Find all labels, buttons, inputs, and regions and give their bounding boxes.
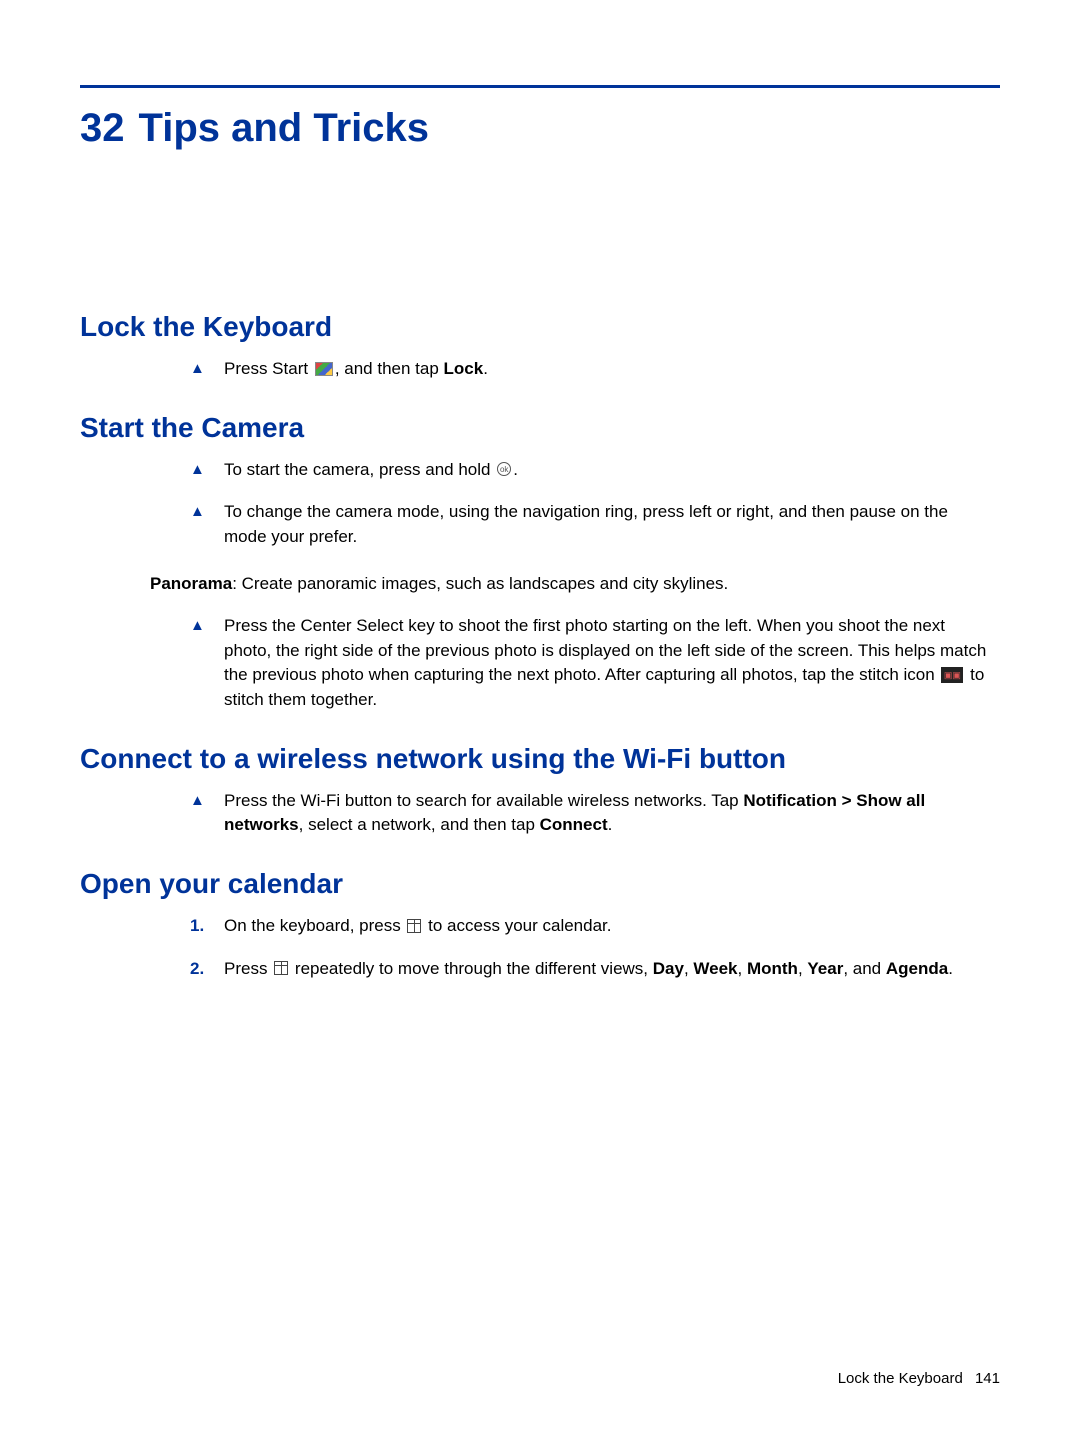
chapter-title: 32 Tips and Tricks xyxy=(80,106,1000,151)
text-fragment: Press xyxy=(224,959,272,978)
page-number: 141 xyxy=(975,1370,1000,1387)
item-text: To start the camera, press and hold ok. xyxy=(224,458,990,483)
item-text: Press the Wi-Fi button to search for ava… xyxy=(224,789,990,838)
section-body-camera-2: ▲ Press the Center Select key to shoot t… xyxy=(80,614,1000,713)
triangle-bullet-icon: ▲ xyxy=(190,357,224,382)
triangle-bullet-icon: ▲ xyxy=(190,789,224,838)
list-item: 2. Press repeatedly to move through the … xyxy=(190,957,990,982)
text-fragment: Press Start xyxy=(224,359,313,378)
text-fragment: . xyxy=(513,460,518,479)
windows-start-icon xyxy=(315,362,333,376)
section-body-lock: ▲ Press Start , and then tap Lock. xyxy=(80,357,1000,382)
list-number: 2. xyxy=(190,957,224,982)
text-fragment: : Create panoramic images, such as lands… xyxy=(232,574,728,593)
section-title-wifi: Connect to a wireless network using the … xyxy=(80,743,1000,775)
text-fragment: . xyxy=(608,815,613,834)
ok-button-icon: ok xyxy=(497,462,511,476)
item-text: To change the camera mode, using the nav… xyxy=(224,500,990,549)
text-fragment: . xyxy=(483,359,488,378)
item-text: Press repeatedly to move through the dif… xyxy=(224,957,990,982)
text-fragment: To start the camera, press and hold xyxy=(224,460,495,479)
text-fragment: , select a network, and then tap xyxy=(299,815,540,834)
bold-text: Panorama xyxy=(150,574,232,593)
text-fragment: , and xyxy=(843,959,886,978)
bold-text: Week xyxy=(693,959,737,978)
list-item: 1. On the keyboard, press to access your… xyxy=(190,914,990,939)
text-fragment: , xyxy=(798,959,807,978)
item-text: On the keyboard, press to access your ca… xyxy=(224,914,990,939)
section-body-calendar: 1. On the keyboard, press to access your… xyxy=(80,914,1000,981)
list-item: ▲ Press the Wi-Fi button to search for a… xyxy=(190,789,990,838)
chapter-number: 32 xyxy=(80,106,125,150)
item-text: Press Start , and then tap Lock. xyxy=(224,357,990,382)
footer-text: Lock the Keyboard xyxy=(838,1370,963,1387)
triangle-bullet-icon: ▲ xyxy=(190,500,224,549)
item-text: Press the Center Select key to shoot the… xyxy=(224,614,990,713)
bold-text: Agenda xyxy=(886,959,948,978)
bold-text: Year xyxy=(807,959,843,978)
text-fragment: , xyxy=(738,959,747,978)
triangle-bullet-icon: ▲ xyxy=(190,614,224,713)
calendar-key-icon xyxy=(407,919,421,933)
list-item: ▲ Press the Center Select key to shoot t… xyxy=(190,614,990,713)
list-number: 1. xyxy=(190,914,224,939)
text-fragment: . xyxy=(948,959,953,978)
text-fragment: to access your calendar. xyxy=(423,916,611,935)
section-title-camera: Start the Camera xyxy=(80,412,1000,444)
paragraph: Panorama: Create panoramic images, such … xyxy=(80,572,1000,597)
section-body-wifi: ▲ Press the Wi-Fi button to search for a… xyxy=(80,789,1000,838)
chapter-name: Tips and Tricks xyxy=(139,106,430,150)
list-item: ▲ To change the camera mode, using the n… xyxy=(190,500,990,549)
bold-text: Connect xyxy=(540,815,608,834)
bold-text: Lock xyxy=(444,359,484,378)
bold-text: Day xyxy=(653,959,684,978)
calendar-key-icon xyxy=(274,961,288,975)
section-title-calendar: Open your calendar xyxy=(80,868,1000,900)
triangle-bullet-icon: ▲ xyxy=(190,458,224,483)
stitch-icon: ▣▣ xyxy=(941,667,963,683)
chapter-rule xyxy=(80,85,1000,88)
text-fragment: Press the Wi-Fi button to search for ava… xyxy=(224,791,743,810)
bold-text: Month xyxy=(747,959,798,978)
list-item: ▲ To start the camera, press and hold ok… xyxy=(190,458,990,483)
text-fragment: , xyxy=(684,959,693,978)
section-title-lock: Lock the Keyboard xyxy=(80,311,1000,343)
text-fragment: Press the Center Select key to shoot the… xyxy=(224,616,986,684)
section-body-camera: ▲ To start the camera, press and hold ok… xyxy=(80,458,1000,550)
text-fragment: On the keyboard, press xyxy=(224,916,405,935)
list-item: ▲ Press Start , and then tap Lock. xyxy=(190,357,990,382)
text-fragment: , and then tap xyxy=(335,359,444,378)
page-footer: Lock the Keyboard 141 xyxy=(838,1370,1000,1387)
text-fragment: repeatedly to move through the different… xyxy=(290,959,653,978)
